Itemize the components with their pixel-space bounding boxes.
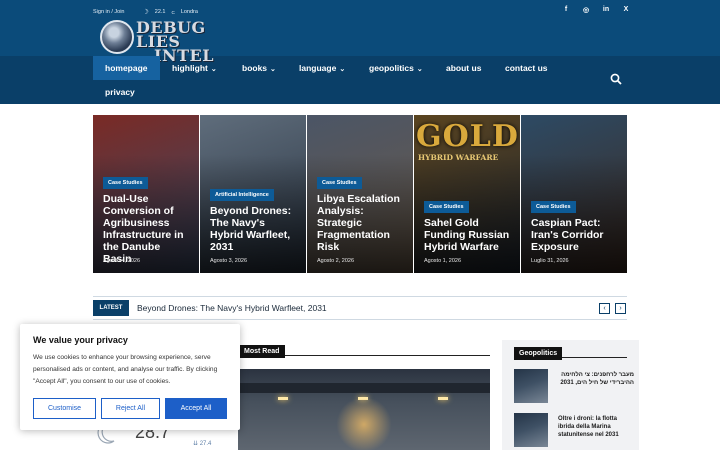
most-read-label: Most Read [238, 345, 286, 358]
cookie-body: We use cookies to enhance your browsing … [33, 354, 218, 385]
geopolitics-header: Geopolitics [514, 342, 627, 360]
card-title[interactable]: Beyond Drones: The Navy's Hybrid Warflee… [210, 205, 298, 253]
weather-temp: 22.1 [154, 9, 166, 15]
list-item[interactable]: Oltre i droni: la flotta ibrida della Ma… [514, 413, 634, 447]
instagram-icon[interactable]: ◎ [582, 6, 590, 14]
nav-privacy[interactable]: privacy [93, 80, 147, 104]
logo-globe-icon [100, 20, 134, 54]
chevron-down-icon: ⌄ [210, 66, 217, 73]
nav-label: geopolitics [369, 63, 414, 73]
moon-icon: ☽ [142, 9, 149, 16]
card-title[interactable]: Caspian Pact: Iran's Corridor Exposure [531, 217, 619, 253]
card-title[interactable]: Dual-Use Conversion of Agribusiness Infr… [103, 193, 191, 265]
social-links: f ◎ in X [562, 6, 630, 14]
ticker-headline[interactable]: Beyond Drones: The Navy's Hybrid Warflee… [137, 297, 327, 319]
most-read-image[interactable] [238, 369, 490, 450]
weather-low: ⇊ 27.4 [193, 441, 212, 447]
article-title[interactable]: Oltre i droni: la flotta ibrida della Ma… [558, 415, 634, 439]
customise-button[interactable]: Customise [33, 398, 96, 419]
card-image-subtext: HYBRID WARFARE [418, 153, 499, 162]
weather-low-value: 27.4 [199, 441, 212, 447]
cookie-title: We value your privacy [33, 335, 128, 345]
category-badge[interactable]: Case Studies [317, 177, 362, 189]
list-item[interactable]: מעבר לרחפנים: צי הלחימה ההיברידי של חיל … [514, 369, 634, 403]
nav-label: privacy [105, 87, 135, 97]
most-read-header: Most Read [238, 340, 490, 358]
featured-card[interactable]: Artificial Intelligence Beyond Drones: T… [200, 115, 306, 273]
chevron-down-icon: ⌄ [339, 66, 346, 73]
featured-cards: Case Studies Dual-Use Conversion of Agri… [93, 115, 627, 273]
cookie-consent-dialog: We value your privacy We use cookies to … [20, 324, 240, 430]
featured-card[interactable]: GOLD HYBRID WARFARE Case Studies Sahel G… [414, 115, 520, 273]
card-title[interactable]: Sahel Gold Funding Russian Hybrid Warfar… [424, 217, 512, 253]
nav-highlight[interactable]: highlight ⌄ [160, 56, 229, 80]
geopolitics-label: Geopolitics [514, 347, 563, 360]
card-date: Agosto 3, 2026 [210, 258, 248, 264]
accept-all-button[interactable]: Accept All [165, 398, 227, 419]
card-date: Agosto 4, 2026 [103, 258, 141, 264]
linkedin-icon[interactable]: in [602, 6, 610, 14]
nav-language[interactable]: language ⌄ [287, 56, 357, 80]
weather-city: Londra [180, 9, 198, 15]
category-badge[interactable]: Case Studies [531, 201, 576, 213]
article-thumbnail[interactable] [514, 369, 548, 403]
nav-books[interactable]: books ⌄ [230, 56, 288, 80]
ticker-prev-button[interactable]: ‹ [599, 303, 610, 314]
nav-label: about us [446, 63, 482, 73]
search-icon[interactable] [610, 73, 622, 85]
geopolitics-widget: Geopolitics מעבר לרחפנים: צי הלחימה ההיב… [502, 340, 639, 450]
nav-contact-us[interactable]: contact us [493, 56, 560, 80]
logo-line-1: DEBUG LIES [136, 18, 206, 51]
nav-label: contact us [505, 63, 548, 73]
category-badge[interactable]: Case Studies [424, 201, 469, 213]
card-image-text: GOLD [416, 119, 519, 154]
site-logo[interactable]: DEBUG LIES INTEL [100, 18, 232, 64]
latest-ticker: LATEST Beyond Drones: The Navy's Hybrid … [93, 296, 627, 320]
x-twitter-icon[interactable]: X [622, 6, 630, 14]
facebook-icon[interactable]: f [562, 6, 570, 14]
article-title[interactable]: מעבר לרחפנים: צי הלחימה ההיברידי של חיל … [558, 371, 634, 387]
weather-unit: C [171, 9, 175, 15]
topbar-left: Sign in / Join ☽ 22.1 C Londra [93, 8, 198, 16]
nav-homepage[interactable]: homepage [93, 56, 160, 80]
card-title[interactable]: Libya Escalation Analysis: Strategic Fra… [317, 193, 405, 253]
reject-all-button[interactable]: Reject All [101, 398, 160, 419]
featured-card[interactable]: Case Studies Caspian Pact: Iran's Corrid… [521, 115, 627, 273]
featured-card[interactable]: Case Studies Dual-Use Conversion of Agri… [93, 115, 199, 273]
nav-geopolitics[interactable]: geopolitics ⌄ [357, 56, 435, 80]
card-date: Luglio 31, 2026 [531, 258, 569, 264]
signin-link[interactable]: Sign in / Join [93, 9, 125, 15]
article-thumbnail[interactable] [514, 413, 548, 447]
nav-label: language [299, 63, 337, 73]
ticker-label: LATEST [93, 300, 129, 316]
category-badge[interactable]: Case Studies [103, 177, 148, 189]
nav-label: books [242, 63, 268, 73]
nav-label: homepage [105, 63, 148, 73]
category-badge[interactable]: Artificial Intelligence [210, 189, 274, 201]
featured-card[interactable]: Case Studies Libya Escalation Analysis: … [307, 115, 413, 273]
nav-about-us[interactable]: about us [434, 56, 493, 80]
nav-label: highlight [172, 63, 208, 73]
chevron-down-icon: ⌄ [270, 66, 276, 73]
ticker-next-button[interactable]: › [615, 303, 626, 314]
card-date: Agosto 2, 2026 [317, 258, 355, 264]
main-nav: homepage highlight ⌄ books ⌄ language ⌄ geo… [93, 56, 633, 104]
card-date: Agosto 1, 2026 [424, 258, 462, 264]
chevron-down-icon: ⌄ [416, 66, 423, 73]
